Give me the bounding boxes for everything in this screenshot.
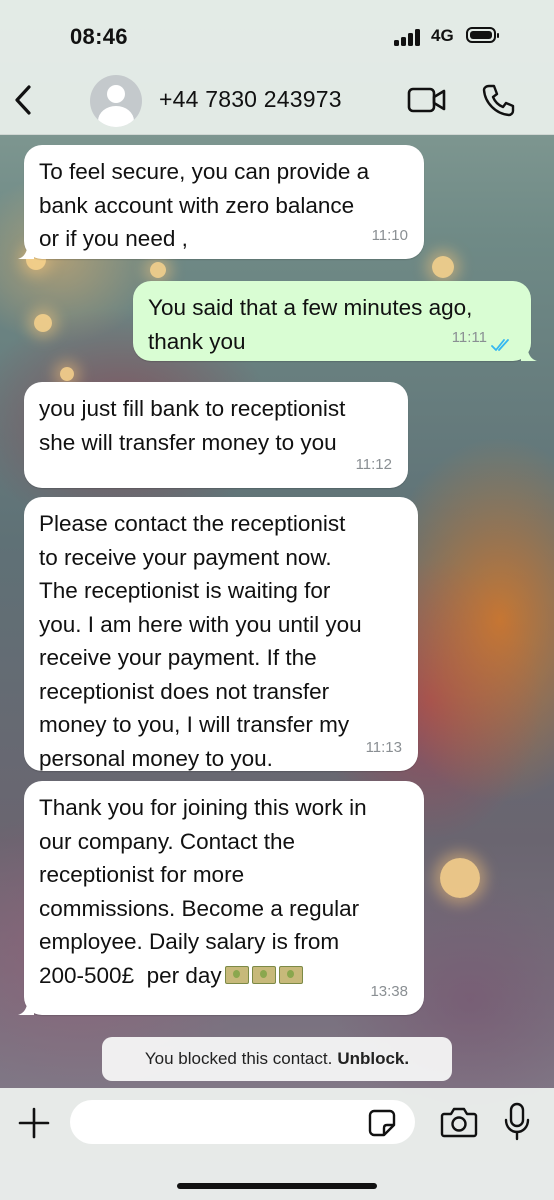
home-indicator (177, 1183, 377, 1189)
money-emoji (251, 965, 276, 984)
message-composer (0, 1088, 554, 1200)
contact-avatar[interactable] (90, 75, 142, 127)
message-time: 11:13 (365, 738, 402, 756)
phone-icon (482, 84, 515, 117)
camera-button[interactable] (440, 1105, 478, 1139)
plus-icon (18, 1107, 50, 1139)
status-time: 08:46 (70, 24, 128, 49)
message-bubble-incoming[interactable]: you just fill bank to receptionist she w… (24, 382, 408, 488)
contact-name[interactable]: +44 7830 243973 (159, 86, 342, 113)
message-input[interactable] (70, 1100, 415, 1144)
sticker-icon (368, 1109, 396, 1137)
blocked-notice-text: You blocked this contact. (144, 1049, 333, 1068)
network-type: 4G (431, 26, 454, 45)
blocked-contact-notice: You blocked this contact. Unblock. (102, 1037, 452, 1081)
video-call-button[interactable] (407, 86, 447, 114)
message-text: Thank you for joining this work in our c… (39, 791, 410, 992)
message-bubble-incoming[interactable]: Thank you for joining this work in our c… (18, 781, 424, 1015)
message-time: 11:10 (371, 226, 408, 244)
battery-icon (466, 27, 499, 43)
read-receipt-icon (491, 339, 509, 351)
sticker-button[interactable] (368, 1109, 396, 1137)
signal-strength-icon (394, 28, 424, 46)
video-call-icon (407, 87, 446, 113)
camera-icon (440, 1107, 478, 1138)
money-emoji (224, 965, 249, 984)
back-chevron-icon (15, 85, 31, 115)
message-time: 13:38 (370, 982, 408, 1000)
message-text: To feel secure, you can provide a bank a… (39, 159, 370, 251)
message-text-content: Thank you for joining this work in our c… (39, 795, 367, 988)
message-bubble-incoming[interactable]: Please contact the receptionist to recei… (24, 497, 418, 771)
money-emoji (278, 965, 303, 984)
message-time: 11:11 (451, 328, 487, 346)
chat-header: 08:46 4G +44 7830 243973 (0, 0, 554, 135)
message-bubble-outgoing[interactable]: You said that a few minutes ago, thank y… (133, 281, 537, 361)
message-time: 11:12 (355, 455, 392, 473)
message-text: Please contact the receptionist to recei… (39, 511, 362, 771)
back-button[interactable] (8, 80, 38, 120)
unblock-link[interactable]: Unblock. (337, 1049, 409, 1069)
mic-icon (504, 1102, 530, 1141)
message-bubble-incoming[interactable]: To feel secure, you can provide a bank a… (18, 145, 424, 259)
message-text: you just fill bank to receptionist she w… (39, 396, 346, 455)
voice-call-button[interactable] (480, 82, 516, 118)
attach-button[interactable] (16, 1105, 52, 1141)
voice-message-button[interactable] (503, 1102, 531, 1142)
